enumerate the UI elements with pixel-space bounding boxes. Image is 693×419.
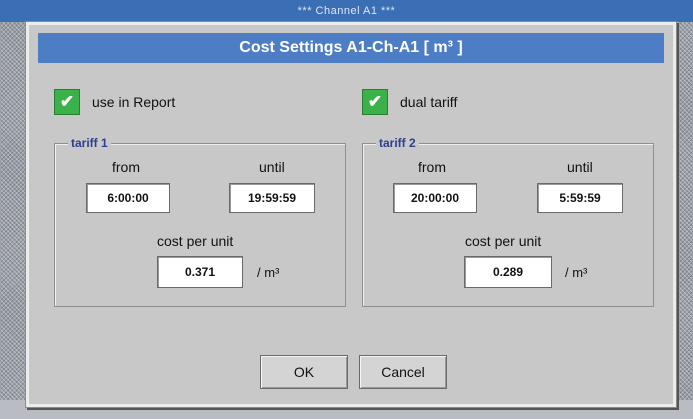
tariff-1-cost-label: cost per unit: [157, 233, 234, 249]
tariff-2-until-field[interactable]: 5:59:59: [537, 183, 623, 213]
tariff-1-unit: / m³: [257, 265, 280, 280]
tariff-2-from-field[interactable]: 20:00:00: [393, 183, 477, 213]
cancel-button[interactable]: Cancel: [359, 355, 447, 389]
dual-tariff-label: dual tariff: [400, 94, 458, 110]
checkmark-icon: ✔: [59, 92, 75, 111]
tariff-2-cost-label: cost per unit: [465, 233, 542, 249]
cost-settings-dialog: Cost Settings A1-Ch-A1 [ m³ ] ✔ use in R…: [26, 22, 676, 407]
tariff-2-until-label: until: [567, 159, 593, 175]
tariff-1-from-field[interactable]: 6:00:00: [86, 183, 170, 213]
ok-button[interactable]: OK: [260, 355, 348, 389]
tariff-1-cost-field[interactable]: 0.371: [157, 256, 243, 288]
tariff-1-until-label: until: [259, 159, 285, 175]
tariff-1-legend: tariff 1: [68, 136, 111, 150]
checkmark-icon: ✔: [367, 92, 383, 111]
tariff-2-from-label: from: [418, 159, 446, 175]
tariff-2-unit: / m³: [565, 265, 588, 280]
tariff-1-from-label: from: [112, 159, 140, 175]
use-in-report-label: use in Report: [92, 94, 176, 110]
tariff-2-cost-field[interactable]: 0.289: [464, 256, 552, 288]
dialog-title: Cost Settings A1-Ch-A1 [ m³ ]: [38, 33, 664, 63]
tariff-2-legend: tariff 2: [376, 136, 419, 150]
use-in-report-checkbox[interactable]: ✔: [54, 89, 80, 115]
tariff-1-until-field[interactable]: 19:59:59: [229, 183, 315, 213]
background-window-title: *** Channel A1 ***: [0, 0, 693, 22]
dual-tariff-checkbox[interactable]: ✔: [362, 89, 388, 115]
